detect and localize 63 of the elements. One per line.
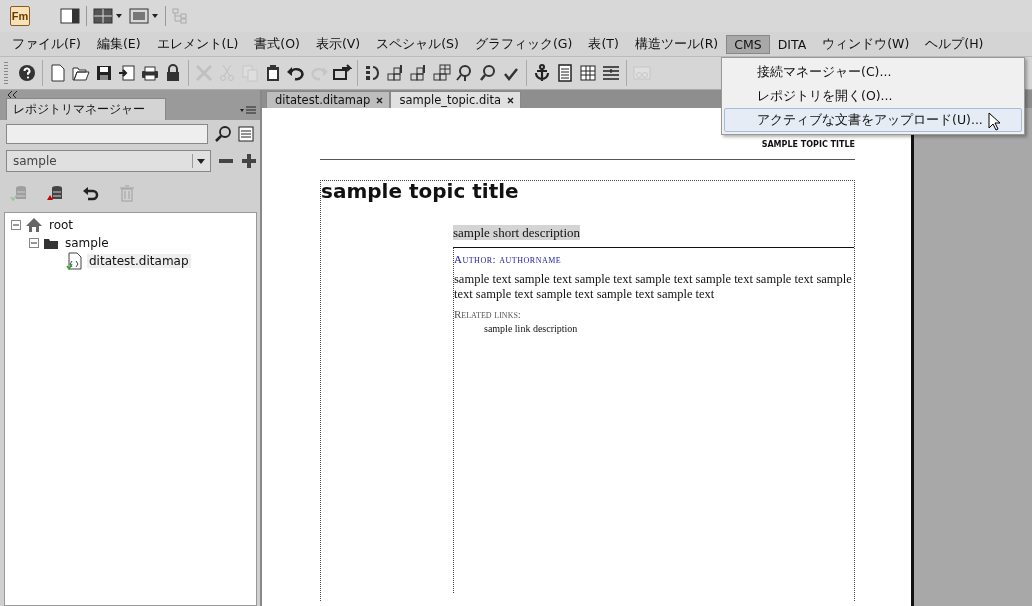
search-icon[interactable] — [215, 126, 231, 142]
search-icon[interactable] — [478, 63, 498, 83]
related-link[interactable]: sample link description — [454, 323, 854, 334]
table-icon[interactable] — [578, 63, 598, 83]
help-icon[interactable] — [17, 63, 37, 83]
panel-menu-icon[interactable] — [240, 106, 256, 116]
panel-layout-icon[interactable] — [60, 8, 80, 24]
map-file-icon — [65, 252, 83, 270]
collapse-toggle-icon[interactable] — [11, 220, 21, 230]
menu-item[interactable]: 編集(E) — [88, 33, 149, 55]
search-field[interactable] — [6, 124, 208, 144]
new-document-icon[interactable] — [48, 63, 68, 83]
forward-icon[interactable] — [332, 63, 352, 83]
mouse-cursor-icon — [988, 112, 1002, 132]
plus-icon[interactable] — [241, 153, 257, 169]
save-icon[interactable] — [94, 63, 114, 83]
menu-item[interactable]: 表示(V) — [307, 33, 369, 55]
collapse-icon[interactable] — [8, 91, 18, 99]
tree-item[interactable]: sample — [63, 236, 111, 250]
grid-layout-icon[interactable] — [93, 8, 123, 24]
toolbar-grip[interactable] — [4, 62, 8, 84]
menu-item[interactable]: ヘルプ(H) — [917, 33, 992, 55]
undo-icon[interactable] — [82, 184, 100, 202]
menu-item[interactable]: 構造ツール(R) — [626, 33, 727, 55]
document-icon[interactable] — [555, 63, 575, 83]
topic-title: sample topic title — [321, 179, 520, 203]
close-icon[interactable] — [376, 96, 384, 104]
menu-item[interactable]: ウィンドウ(W) — [814, 33, 918, 55]
menu-item[interactable]: レポジトリを開く(O)... — [724, 84, 1022, 108]
menu-item[interactable]: CMS — [726, 34, 770, 54]
menu-item[interactable]: エレメント(L) — [148, 33, 247, 55]
menu-item[interactable]: 接続マネージャー(C)... — [724, 60, 1022, 84]
menu-item[interactable]: 書式(O) — [246, 33, 308, 55]
menu-item[interactable]: DITA — [769, 34, 815, 54]
folder-icon — [43, 236, 59, 250]
grid-blocks-icon[interactable] — [432, 63, 452, 83]
app-logo: Fm — [10, 6, 30, 26]
collapse-toggle-icon[interactable] — [29, 238, 39, 248]
tree-item[interactable]: root — [47, 218, 76, 232]
database-arrow-icon[interactable] — [46, 184, 64, 202]
lines-icon[interactable] — [601, 63, 621, 83]
import-icon[interactable] — [117, 63, 137, 83]
document-tab[interactable]: sample_topic.dita — [390, 91, 522, 108]
running-header: SAMPLE TOPIC TITLE — [761, 140, 855, 149]
menu-item[interactable]: グラフィック(G) — [466, 33, 581, 55]
close-icon[interactable] — [507, 96, 515, 104]
repository-dropdown[interactable]: sample — [6, 150, 212, 172]
panel-tab[interactable]: レポジトリマネージャー — [6, 98, 166, 120]
tree-item[interactable]: ditatest.ditamap — [87, 254, 191, 268]
menu-item[interactable]: ファイル(F) — [4, 33, 89, 55]
related-links-heading: Related links: — [454, 308, 522, 320]
screen-mode-icon[interactable] — [129, 8, 159, 24]
author-line: Author: authorname — [454, 253, 563, 265]
menu-item[interactable]: アクティブな文書をアップロード(U)... — [724, 108, 1022, 132]
short-description: sample short description — [453, 225, 581, 240]
document-tab[interactable]: ditatest.ditamap — [266, 91, 391, 108]
anchor-icon[interactable] — [532, 63, 552, 83]
home-icon — [25, 217, 43, 233]
print-icon[interactable] — [140, 63, 160, 83]
body-paragraph: sample text sample text sample text sample text sample text sample text sample text sample text sample text sample text sample text — [454, 272, 853, 302]
menu-item[interactable]: 表(T) — [580, 33, 627, 55]
menu-item[interactable]: スペシャル(S) — [368, 33, 467, 55]
list-icon[interactable] — [238, 126, 254, 142]
